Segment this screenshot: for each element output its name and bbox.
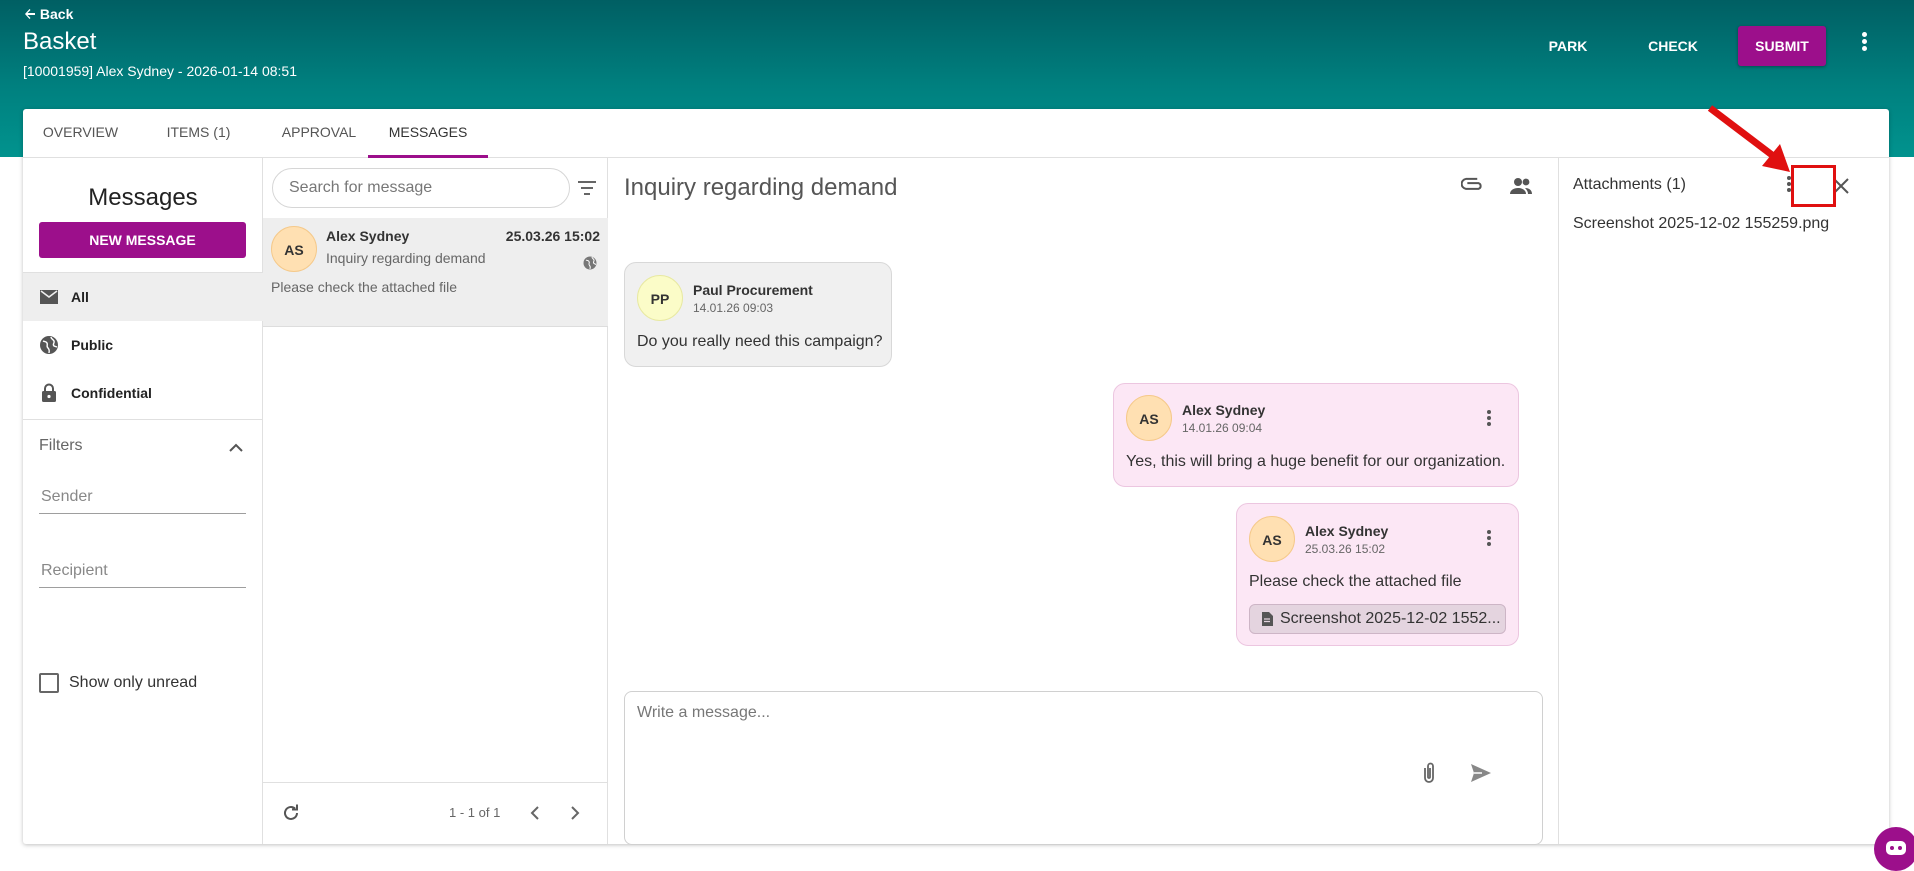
attachment-file[interactable]: Screenshot 2025-12-02 155259.png [1573,215,1829,233]
main-card: OVERVIEW ITEMS (1) APPROVAL MESSAGES Mes… [23,109,1889,845]
message-bubble: PP Paul Procurement 14.01.26 09:03 Do yo… [624,262,892,367]
list-item[interactable]: AS Alex Sydney 25.03.26 15:02 Inquiry re… [263,218,608,327]
avatar: PP [637,275,683,321]
message-subject: Inquiry regarding demand [326,250,486,266]
participants-icon[interactable] [1509,174,1533,198]
lock-icon [42,383,56,402]
message-input[interactable] [637,704,1517,754]
attachment-icon[interactable] [1417,760,1441,786]
filters-label: Filters [39,437,83,454]
avatar: AS [271,226,317,272]
sidebar-item-all[interactable]: All [23,273,263,321]
back-label: Back [39,6,74,22]
attachment-name: Screenshot 2025-12-02 1552... [1280,610,1501,627]
tab-messages[interactable]: MESSAGES [368,109,488,158]
unread-checkbox[interactable] [39,673,59,693]
red-arrow-annotation [1707,105,1790,172]
attachments-panel: Attachments (1) Screenshot 2025-12-02 15… [1559,158,1889,844]
search-input[interactable] [272,168,570,208]
filter-icon[interactable] [576,177,598,199]
attachment-chip[interactable]: Screenshot 2025-12-02 1552... [1249,604,1506,634]
sidebar-item-label: Confidential [71,385,152,401]
message-text: Do you really need this campaign? [637,333,883,350]
tab-bar: OVERVIEW ITEMS (1) APPROVAL MESSAGES [23,109,1889,158]
sender-name: Alex Sydney [326,228,410,244]
message-text: Yes, this will bring a huge benefit for … [1126,453,1506,470]
sender-name: Alex Sydney [1182,402,1266,418]
compose-box [624,691,1543,845]
attachment-icon[interactable] [1461,174,1485,198]
message-bubble: AS Alex Sydney 25.03.26 15:02 Please che… [1236,503,1519,646]
divider [23,419,263,420]
sender-name: Paul Procurement [693,282,813,298]
sidebar-item-label: Public [71,337,114,353]
globe-icon [40,336,58,354]
page-subtitle: [10001959] Alex Sydney - 2026-01-14 08:5… [23,63,297,79]
avatar: AS [1126,395,1172,441]
conversation-panel: Inquiry regarding demand PP Paul Procure… [608,158,1559,845]
mail-icon [40,290,58,304]
message-time: 14.01.26 09:04 [1182,421,1263,435]
messages-heading: Messages [88,184,198,211]
chevron-right-icon[interactable] [565,801,585,825]
message-time: 25.03.26 15:02 [1305,542,1386,556]
park-button[interactable]: PARK [1546,26,1590,66]
send-icon[interactable] [1469,760,1493,786]
new-message-button[interactable]: NEW MESSAGE [39,222,246,258]
sidebar-item-label: All [71,289,89,305]
message-text: Please check the attached file [1249,573,1462,590]
sidebar-item-confidential[interactable]: Confidential [23,369,263,417]
list-footer: 1 - 1 of 1 [263,782,607,844]
tab-overview[interactable]: OVERVIEW [23,109,138,158]
submit-button[interactable]: SUBMIT [1738,26,1826,66]
more-vert-icon[interactable] [1854,30,1874,60]
page-title: Basket [23,28,97,55]
message-list: AS Alex Sydney 25.03.26 15:02 Inquiry re… [263,158,608,844]
message-menu-icon[interactable] [1482,408,1496,432]
message-menu-icon[interactable] [1482,528,1496,552]
message-time: 25.03.26 15:02 [505,228,600,244]
globe-icon [583,256,597,270]
file-icon [1262,612,1273,626]
attachments-title: Attachments (1) [1573,176,1686,193]
unread-label: Show only unread [69,674,198,691]
refresh-icon[interactable] [281,803,301,823]
message-preview: Please check the attached file [271,279,458,295]
pager-text: 1 - 1 of 1 [449,805,501,820]
folder-sidebar: Messages NEW MESSAGE All Public Confiden… [23,158,263,844]
arrow-left-icon [25,9,35,19]
chevron-left-icon[interactable] [525,801,545,825]
assistant-bot-icon[interactable] [1874,827,1914,871]
sidebar-item-public[interactable]: Public [23,321,263,369]
avatar: AS [1249,516,1295,562]
sender-field[interactable] [39,480,246,514]
back-link[interactable]: Back [24,6,73,22]
check-button[interactable]: CHECK [1648,26,1698,66]
message-time: 14.01.26 09:03 [693,301,774,315]
recipient-field[interactable] [39,554,246,588]
message-bubble: AS Alex Sydney 14.01.26 09:04 Yes, this … [1113,383,1519,487]
tab-approval[interactable]: APPROVAL [259,109,379,158]
conversation-title: Inquiry regarding demand [624,174,898,201]
sender-name: Alex Sydney [1305,523,1389,539]
chevron-up-icon[interactable] [228,440,244,456]
tab-items[interactable]: ITEMS (1) [138,109,259,158]
